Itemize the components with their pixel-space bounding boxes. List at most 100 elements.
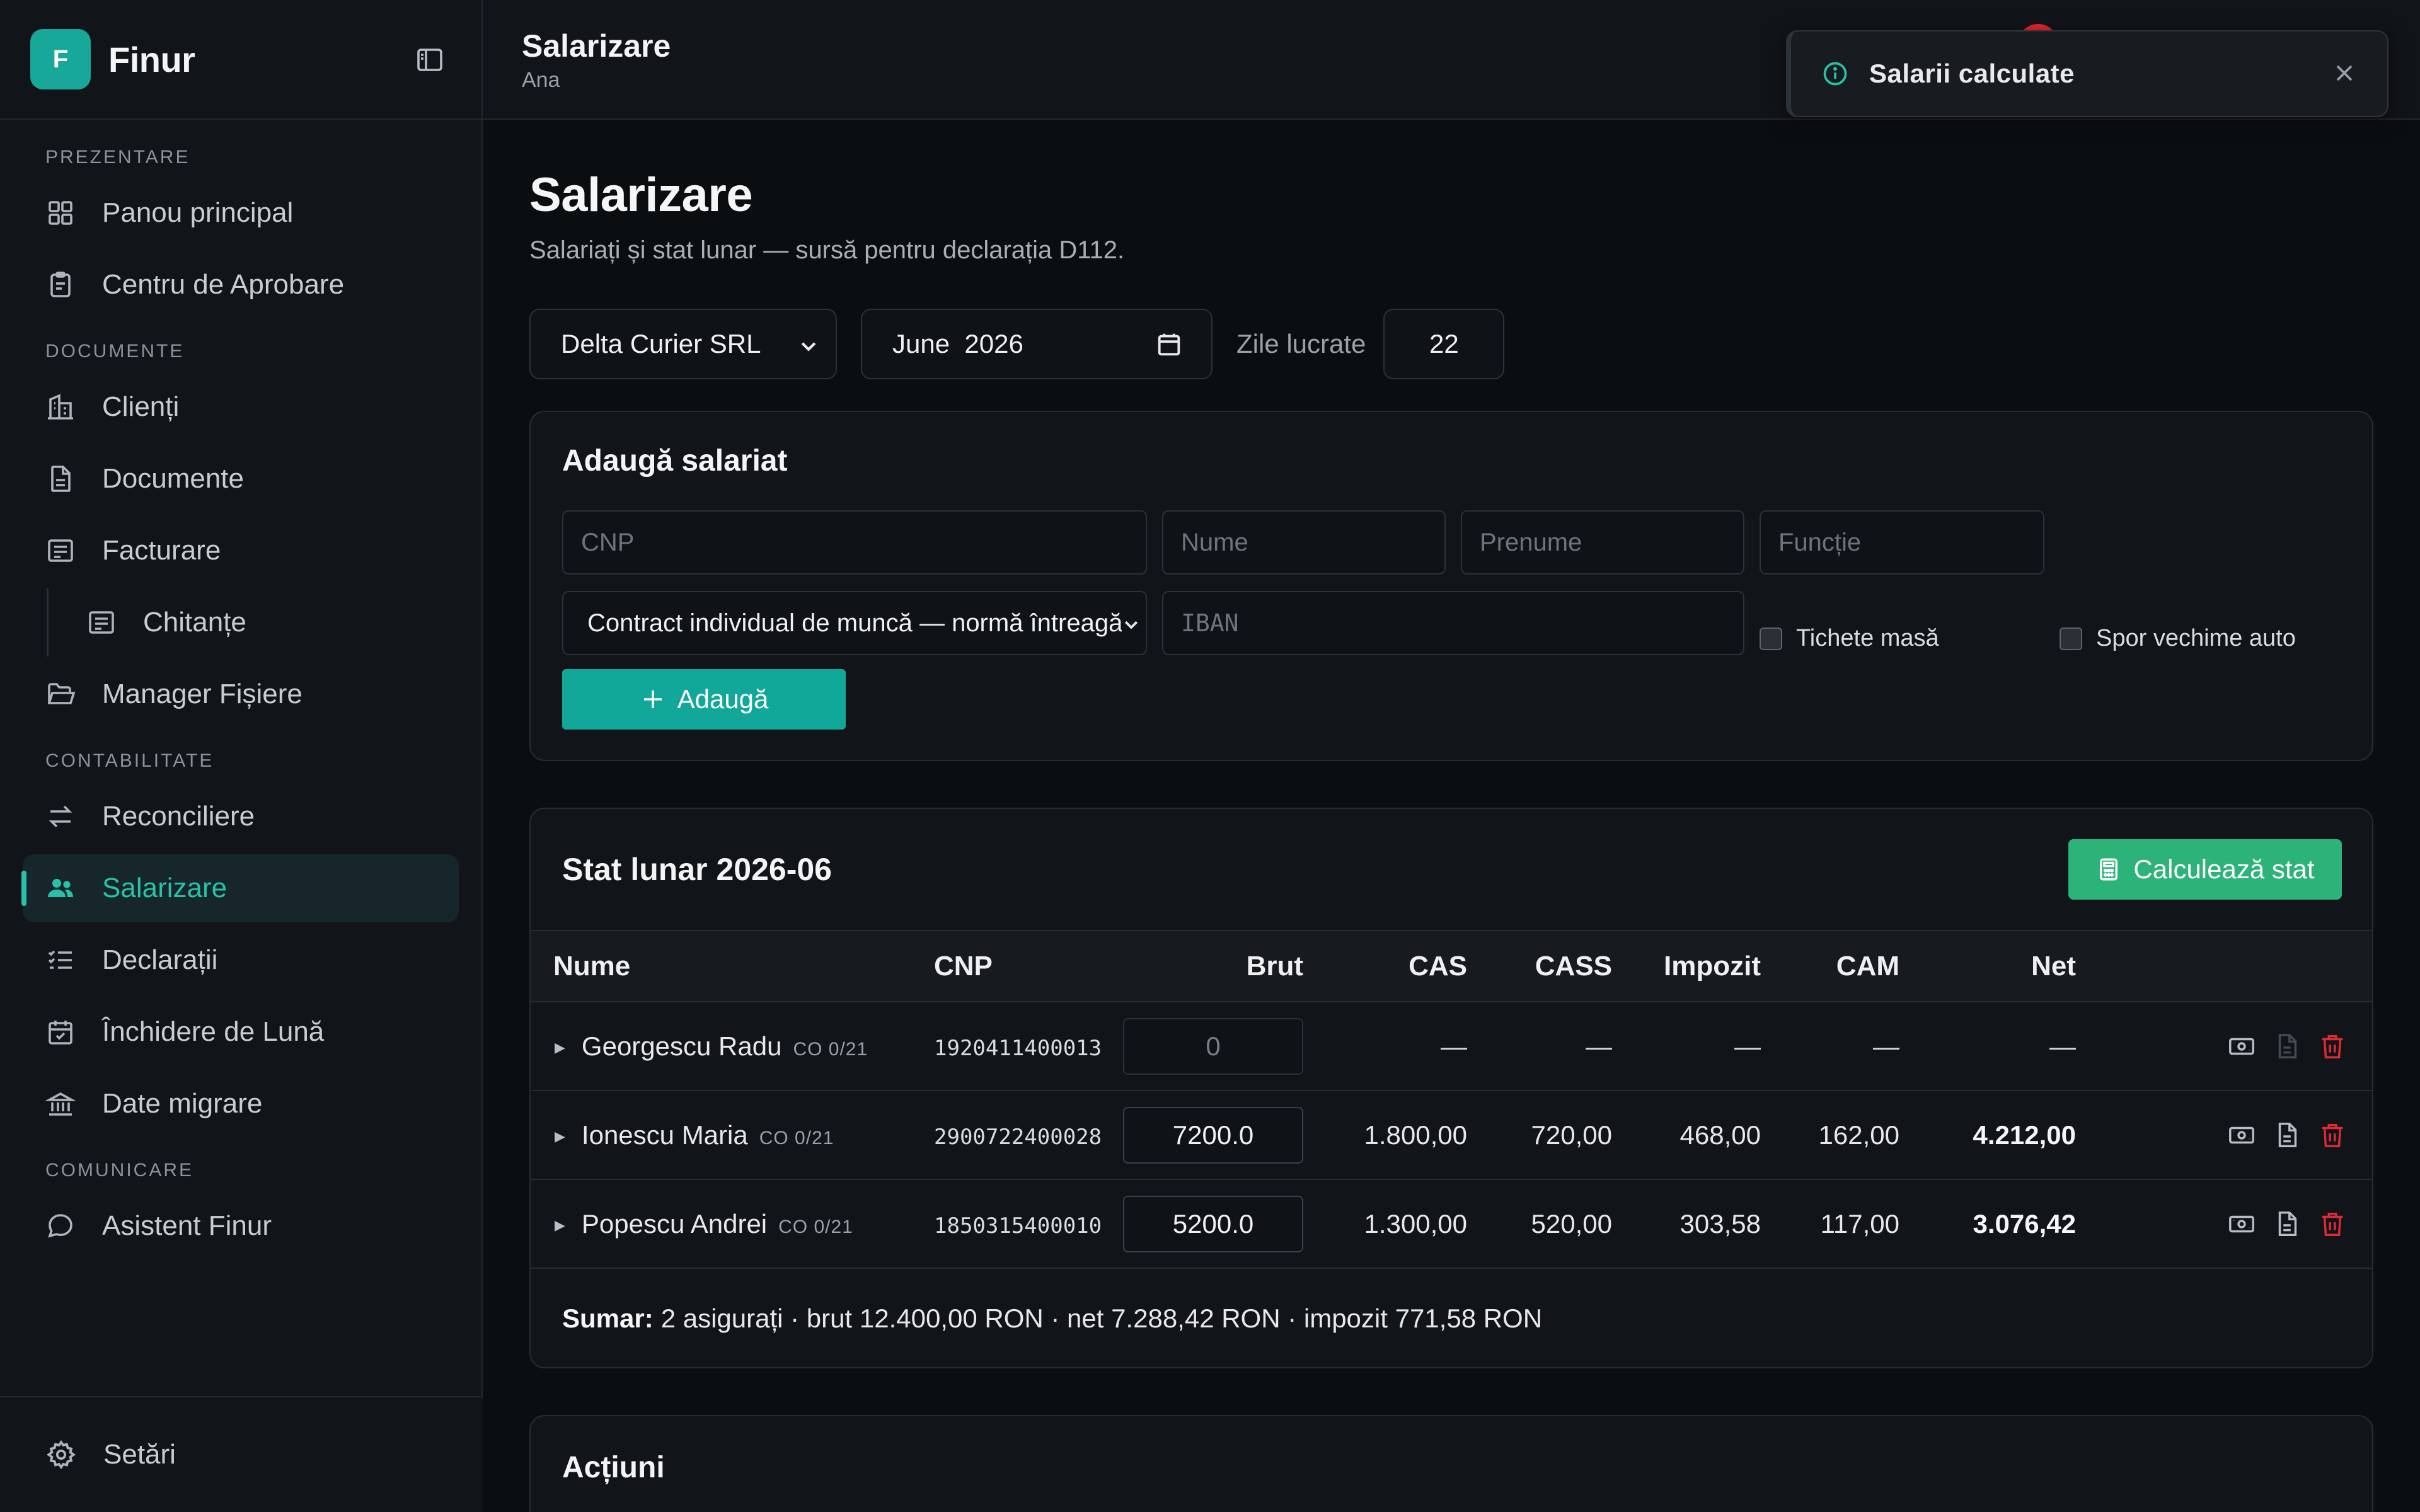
impozit-value: 303,58	[1680, 1208, 1761, 1239]
spor-vechime-checkbox[interactable]: Spor vechime auto	[2060, 625, 2296, 652]
cam-value: —	[1873, 1031, 1899, 1061]
leave-badge: CO 0/21	[793, 1038, 868, 1060]
add-employee-button[interactable]: Adaugă	[562, 669, 846, 730]
sidebar-item-facturare[interactable]: Facturare	[23, 517, 459, 585]
chevron-down-icon	[798, 335, 819, 357]
nav-section-prezentare: PREZENTARE	[45, 147, 190, 168]
expand-caret-icon[interactable]: ▶	[555, 1217, 565, 1234]
payment-icon[interactable]	[2227, 1210, 2256, 1239]
sidebar-item-asistent-finur[interactable]: Asistent Finur	[23, 1192, 459, 1260]
employee-cnp: 2900722400028	[934, 1124, 1102, 1150]
delete-icon[interactable]	[2318, 1121, 2347, 1150]
summary-label: Sumar:	[562, 1303, 654, 1333]
payroll-title: Stat lunar 2026-06	[562, 852, 832, 887]
bank-icon	[45, 1089, 76, 1119]
sidebar-item-label: Documente	[102, 463, 245, 494]
payment-icon[interactable]	[2227, 1121, 2256, 1150]
sidebar-item-label: Clienți	[102, 391, 180, 422]
sidebar-item-salarizare[interactable]: Salarizare	[21, 854, 459, 922]
column-header-cnp[interactable]: CNP	[934, 931, 1123, 1002]
table-row[interactable]: ▶ Georgescu Radu CO 0/21 1920411400013 0 —…	[531, 1002, 2372, 1091]
sidebar-item-label: Declarații	[102, 944, 218, 975]
cas-value: 1.300,00	[1364, 1208, 1468, 1239]
payslip-document-icon[interactable]	[2273, 1032, 2302, 1061]
calculate-payroll-label: Calculează stat	[2133, 854, 2315, 884]
actions-card: Acțiuni	[529, 1415, 2373, 1512]
leave-badge: CO 0/21	[778, 1216, 853, 1237]
brut-input[interactable]: 0	[1123, 1017, 1303, 1075]
tichete-masa-checkbox[interactable]: Tichete masă	[1760, 625, 1939, 652]
column-header-cam[interactable]: CAM	[1761, 931, 1899, 1002]
users-icon	[45, 873, 76, 903]
app-logo[interactable]: F	[30, 29, 91, 89]
close-icon[interactable]	[2331, 59, 2358, 87]
sidebar-item-reconciliere[interactable]: Reconciliere	[23, 782, 459, 850]
cnp-field[interactable]: CNP	[562, 510, 1147, 575]
checkbox-box[interactable]	[1760, 627, 1782, 650]
brut-input[interactable]: 7200.0	[1123, 1106, 1303, 1164]
sidebar-item-setari[interactable]: Setări	[0, 1396, 483, 1512]
nume-field[interactable]: Nume	[1162, 510, 1446, 575]
chevron-down-icon	[1122, 615, 1141, 634]
payslip-document-icon[interactable]	[2273, 1121, 2302, 1150]
days-worked-label: Zile lucrate	[1236, 329, 1366, 358]
column-header-net[interactable]: Net	[1899, 931, 2076, 1002]
column-header-actions	[2076, 931, 2372, 1002]
sidebar-item-date-migrare[interactable]: Date migrare	[23, 1070, 459, 1138]
leave-badge: CO 0/21	[759, 1127, 834, 1148]
sidebar-item-label: Manager Fișiere	[102, 679, 302, 709]
table-row[interactable]: ▶ Popescu Andrei CO 0/21 1850315400010 520…	[531, 1179, 2372, 1268]
column-header-brut[interactable]: Brut	[1123, 931, 1303, 1002]
clipboard-icon	[45, 270, 76, 300]
days-worked-input[interactable]: 22	[1383, 309, 1505, 379]
sidebar-item-centru-aprobare[interactable]: Centru de Aprobare	[23, 251, 459, 319]
checkbox-box[interactable]	[2060, 627, 2082, 650]
sidebar-toggle-icon[interactable]	[415, 45, 445, 75]
brut-input[interactable]: 5200.0	[1123, 1195, 1303, 1252]
cass-value: 520,00	[1531, 1208, 1612, 1239]
sidebar-nav: PREZENTARE Panou principal Centru de Apr…	[0, 120, 481, 1260]
sidebar-item-chitante[interactable]: Chitanțe	[47, 588, 459, 656]
column-header-cas[interactable]: CAS	[1303, 931, 1467, 1002]
column-header-nume[interactable]: Nume	[531, 931, 934, 1002]
iban-field[interactable]: IBAN	[1162, 591, 1744, 655]
cass-value: —	[1586, 1031, 1612, 1061]
column-header-cass[interactable]: CASS	[1467, 931, 1612, 1002]
calculate-payroll-button[interactable]: Calculează stat	[2068, 839, 2342, 900]
sidebar-item-declaratii[interactable]: Declarații	[23, 926, 459, 994]
table-row[interactable]: ▶ Ionescu Maria CO 0/21 2900722400028 7200…	[531, 1091, 2372, 1179]
delete-icon[interactable]	[2318, 1210, 2347, 1239]
month-picker[interactable]: June 2026	[861, 309, 1213, 379]
top-header: Salarizare Ana Salarii calculate	[483, 0, 2420, 120]
cass-value: 720,00	[1531, 1120, 1612, 1150]
prenume-field[interactable]: Prenume	[1461, 510, 1744, 575]
expand-caret-icon[interactable]: ▶	[555, 1040, 565, 1056]
sidebar-item-label: Închidere de Lună	[102, 1016, 325, 1047]
gear-icon	[45, 1439, 77, 1470]
sidebar-item-inchidere-luna[interactable]: Închidere de Lună	[23, 998, 459, 1066]
summary-text: 2 asigurați · brut 12.400,00 RON · net 7…	[660, 1303, 1543, 1333]
nav-section-comunicare: COMUNICARE	[45, 1160, 194, 1181]
sidebar-item-documente[interactable]: Documente	[23, 445, 459, 513]
sidebar-item-clienti[interactable]: Clienți	[23, 373, 459, 441]
delete-icon[interactable]	[2318, 1032, 2347, 1061]
arrows-swap-icon	[45, 801, 76, 832]
functie-field[interactable]: Funcție	[1760, 510, 2044, 575]
payslip-document-icon[interactable]	[2273, 1210, 2302, 1239]
receipt-icon	[45, 536, 76, 566]
payment-icon[interactable]	[2227, 1032, 2256, 1061]
calendar-icon[interactable]	[1155, 330, 1184, 359]
sidebar-item-label: Reconciliere	[102, 801, 255, 832]
company-select[interactable]: Delta Curier SRL	[529, 309, 837, 379]
cas-value: —	[1441, 1031, 1467, 1061]
expand-caret-icon[interactable]: ▶	[555, 1128, 565, 1145]
column-header-impozit[interactable]: Impozit	[1612, 931, 1761, 1002]
net-value: 4.212,00	[1973, 1120, 2077, 1150]
cas-value: 1.800,00	[1364, 1120, 1468, 1150]
sidebar-item-panou-principal[interactable]: Panou principal	[23, 179, 459, 247]
calculator-icon	[2095, 856, 2122, 883]
sidebar-item-manager-fisiere[interactable]: Manager Fișiere	[23, 660, 459, 728]
app-name: Finur	[108, 39, 195, 79]
nav-section-documente: DOCUMENTE	[45, 341, 185, 362]
contract-type-select[interactable]: Contract individual de muncă — normă înt…	[562, 591, 1147, 655]
